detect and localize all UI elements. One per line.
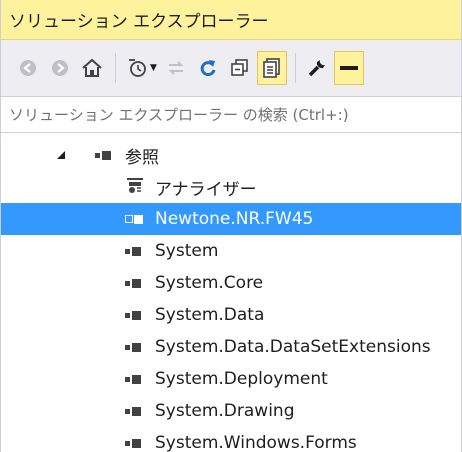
tree-node-label: アナライザー: [155, 179, 257, 200]
reference-icon: [125, 310, 147, 320]
tree-node-analyzer[interactable]: アナライザー: [1, 171, 461, 203]
tree-node-label: System.Data: [155, 305, 265, 325]
reference-icon: [125, 342, 147, 352]
properties-button[interactable]: [302, 51, 332, 85]
project-reference-icon: [125, 214, 147, 224]
sync-with-active-document-icon: [168, 61, 184, 75]
reference-icon: [125, 438, 147, 448]
analyzer-icon: [125, 176, 147, 199]
panel-title: ソリューション エクスプローラー: [9, 12, 269, 32]
forward-icon: [52, 60, 68, 76]
toolbar: ▼: [1, 40, 461, 97]
solution-tree: 参照 アナライザー Newtone.NR.FW45 System System.C…: [1, 133, 461, 452]
reference-icon: [125, 278, 147, 288]
reference-icon: [125, 406, 147, 416]
sync-with-active-document-button[interactable]: [161, 51, 191, 85]
search-input[interactable]: ソリューション エクスプローラー の検索 (Ctrl+:): [1, 97, 461, 133]
tree-node-reference[interactable]: System.Data.DataSetExtensions: [1, 331, 461, 363]
chevron-down-icon[interactable]: ▼: [150, 63, 157, 73]
home-icon: [82, 58, 102, 77]
tree-node-label: System.Windows.Forms: [155, 433, 357, 452]
forward-button[interactable]: [45, 51, 75, 85]
reference-icon: [125, 246, 147, 256]
reference-list: System System.Core System.Data System.Data.…: [1, 235, 461, 452]
tree-node-label: System.Drawing: [155, 401, 295, 421]
tree-node-label: Newtone.NR.FW45: [155, 209, 314, 229]
preview-selected-items-button[interactable]: [333, 51, 364, 85]
show-all-files-button[interactable]: [256, 51, 287, 85]
back-icon: [20, 60, 36, 76]
home-button[interactable]: [77, 51, 107, 85]
toolbar-separator: [294, 53, 296, 83]
tree-node-label: System.Deployment: [155, 369, 328, 389]
collapse-all-button[interactable]: [225, 51, 255, 85]
properties-icon: [308, 60, 325, 77]
panel-title-bar[interactable]: ソリューション エクスプローラー: [1, 0, 461, 40]
expanded-triangle-icon[interactable]: [57, 151, 65, 159]
search-placeholder: ソリューション エクスプローラー の検索 (Ctrl+:): [9, 106, 349, 124]
tree-node-reference[interactable]: System.Data: [1, 299, 461, 331]
pending-changes-filter-button[interactable]: [122, 51, 152, 85]
refresh-button[interactable]: [193, 51, 223, 85]
toolbar-separator: [115, 53, 116, 83]
tree-node-label: System.Data.DataSetExtensions: [155, 337, 431, 357]
solution-explorer-panel: ソリューション エクスプローラー ▼ ソリューション エクスプローラー の検索 …: [0, 0, 462, 452]
references-icon: [95, 150, 117, 160]
back-button[interactable]: [13, 51, 43, 85]
show-all-files-icon: [263, 58, 280, 78]
tree-node-label: 参照: [125, 147, 159, 168]
tree-node-reference[interactable]: System: [1, 235, 461, 267]
tree-node-selected-reference[interactable]: Newtone.NR.FW45: [1, 203, 461, 235]
tree-node-references[interactable]: 参照: [1, 139, 461, 171]
tree-node-reference[interactable]: System.Core: [1, 267, 461, 299]
collapse-all-icon: [231, 59, 248, 76]
tree-node-label: System.Core: [155, 273, 264, 293]
preview-selected-items-icon: [339, 66, 358, 70]
tree-node-label: System: [155, 241, 219, 261]
reference-icon: [125, 374, 147, 384]
tree-node-reference[interactable]: System.Drawing: [1, 395, 461, 427]
refresh-icon: [200, 60, 216, 77]
pending-changes-filter-icon: [129, 59, 146, 77]
tree-node-reference[interactable]: System.Windows.Forms: [1, 427, 461, 452]
tree-node-reference[interactable]: System.Deployment: [1, 363, 461, 395]
